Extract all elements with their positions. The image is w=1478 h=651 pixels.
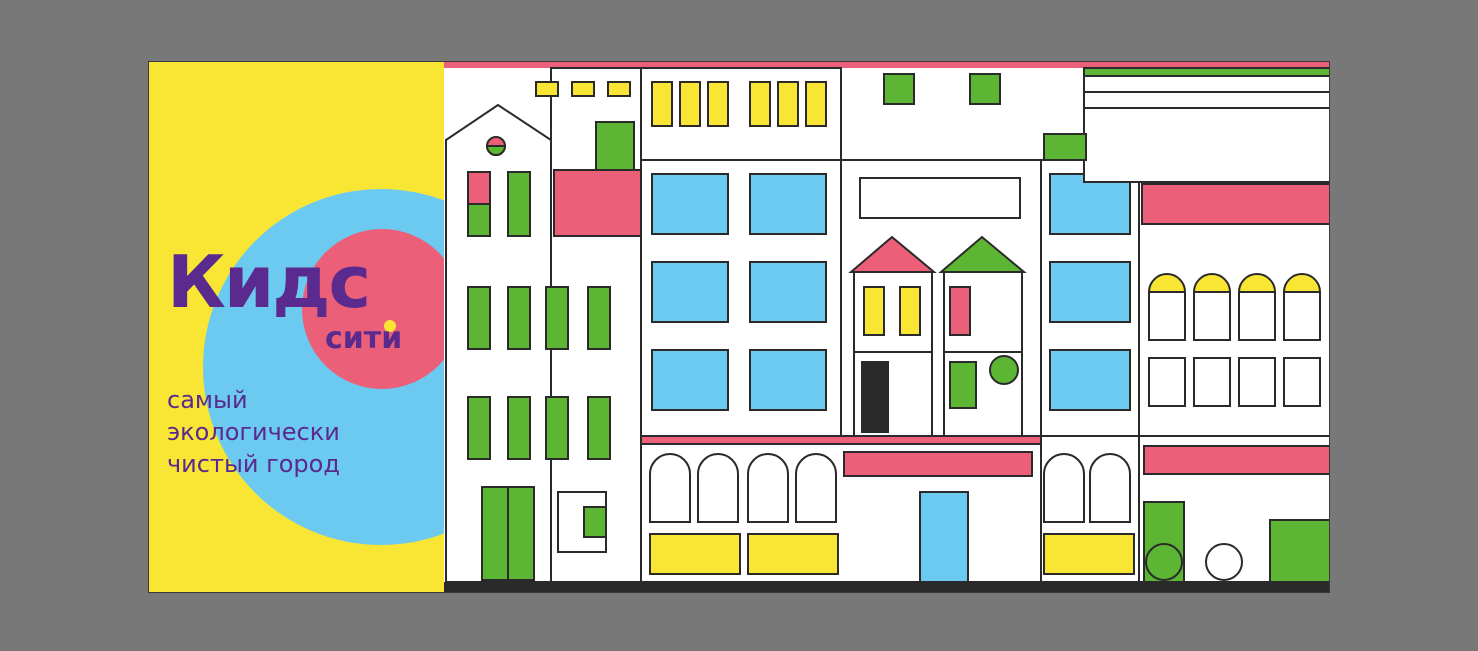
townhouse-building: [445, 103, 552, 583]
apartment-building: [640, 67, 842, 437]
kids-city-banner: Кидс сити самый экологически чистый горо…: [148, 61, 1330, 593]
right-apartment-building: [1040, 159, 1140, 437]
tagline-line-2: экологически: [167, 418, 340, 446]
center-building: [840, 159, 1042, 437]
tagline-line-3: чистый город: [167, 450, 340, 478]
logo-subtitle: сити: [325, 321, 403, 356]
ground-floor-shops: [640, 435, 1140, 583]
logo-wordmark: Кидс: [167, 240, 371, 324]
arched-building: [1138, 181, 1329, 437]
tagline-line-1: самый: [167, 386, 248, 414]
brand-panel: Кидс сити самый экологически чистый горо…: [149, 62, 444, 592]
tagline: самый экологически чистый город: [167, 384, 340, 480]
top-windows: [535, 81, 631, 97]
city-illustration: [444, 62, 1329, 592]
park-area: [1138, 435, 1329, 583]
street: [444, 582, 1329, 592]
townhouse-annex: [545, 67, 642, 583]
rooftop-terrace: [1083, 67, 1329, 183]
